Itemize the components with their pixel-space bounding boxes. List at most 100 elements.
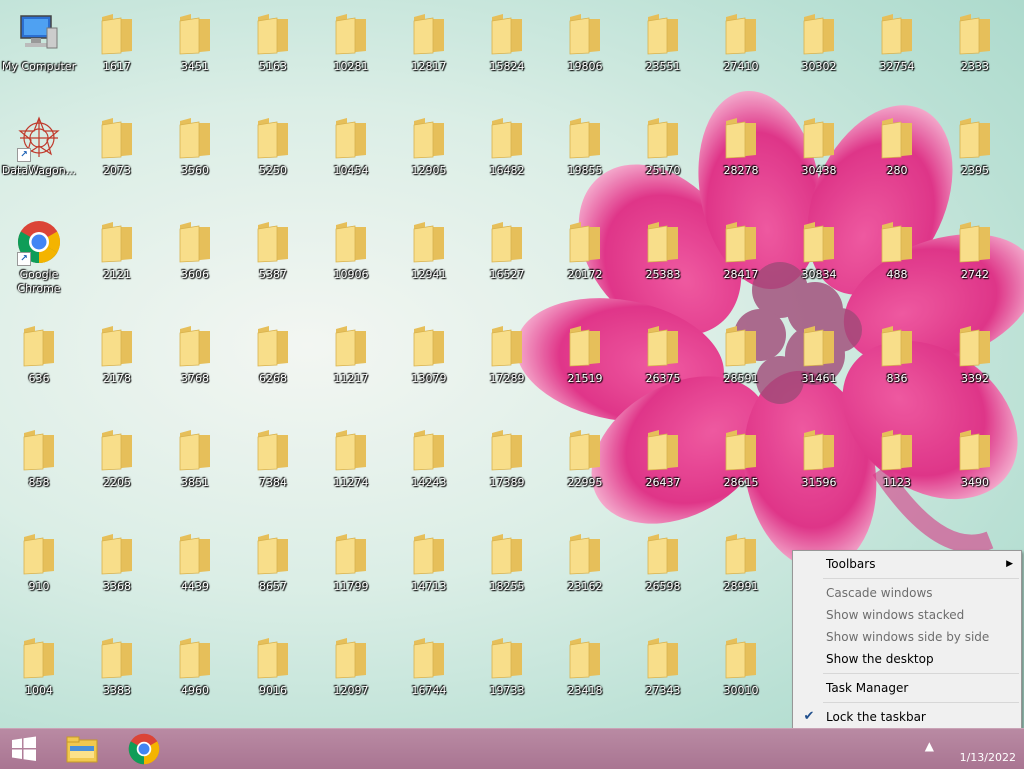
folder-item[interactable]: 11799 (312, 524, 390, 628)
folder-item[interactable]: 16482 (468, 108, 546, 212)
folder-item[interactable]: 2205 (78, 420, 156, 524)
folder-item[interactable]: 17389 (468, 420, 546, 524)
folder-item[interactable]: 28417 (702, 212, 780, 316)
menu-item-show-the-desktop[interactable]: Show the desktop (793, 648, 1021, 670)
desktop-icon-google-chrome[interactable]: ↗ Google Chrome (0, 212, 78, 316)
folder-item[interactable]: 636 (0, 316, 78, 420)
folder-item[interactable]: 16744 (390, 628, 468, 732)
tray-chevron-icon[interactable]: ▲ (925, 739, 934, 753)
folder-item[interactable]: 2121 (78, 212, 156, 316)
folder-item[interactable]: 12941 (390, 212, 468, 316)
folder-item[interactable]: 14243 (390, 420, 468, 524)
folder-label: 16482 (489, 164, 525, 177)
taskbar-chrome[interactable] (118, 729, 170, 769)
desktop-icon-my-computer[interactable]: My Computer (0, 4, 78, 108)
folder-item[interactable]: 4960 (156, 628, 234, 732)
folder-item[interactable]: 32754 (858, 4, 936, 108)
menu-item-lock-the-taskbar[interactable]: ✔ Lock the taskbar (793, 706, 1021, 728)
folder-item[interactable]: 3392 (936, 316, 1014, 420)
folder-item[interactable]: 1123 (858, 420, 936, 524)
folder-item[interactable]: 26375 (624, 316, 702, 420)
folder-item[interactable]: 10281 (312, 4, 390, 108)
folder-item[interactable]: 488 (858, 212, 936, 316)
folder-item[interactable]: 10906 (312, 212, 390, 316)
start-button[interactable] (0, 729, 48, 769)
folder-item[interactable]: 2395 (936, 108, 1014, 212)
folder-item[interactable]: 3383 (78, 628, 156, 732)
folder-item[interactable]: 22995 (546, 420, 624, 524)
folder-item[interactable]: 17289 (468, 316, 546, 420)
folder-item[interactable]: 21519 (546, 316, 624, 420)
folder-item[interactable]: 3451 (156, 4, 234, 108)
folder-item[interactable]: 8657 (234, 524, 312, 628)
folder-item[interactable]: 7384 (234, 420, 312, 524)
folder-item[interactable]: 4439 (156, 524, 234, 628)
folder-item[interactable]: 25383 (624, 212, 702, 316)
folder-item[interactable]: 30834 (780, 212, 858, 316)
folder-item[interactable]: 31596 (780, 420, 858, 524)
folder-item[interactable]: 27343 (624, 628, 702, 732)
folder-item[interactable]: 19806 (546, 4, 624, 108)
folder-item[interactable]: 23418 (546, 628, 624, 732)
folder-item[interactable]: 3368 (78, 524, 156, 628)
folder-item[interactable]: 12905 (390, 108, 468, 212)
folder-item[interactable]: 3768 (156, 316, 234, 420)
folder-item[interactable]: 14713 (390, 524, 468, 628)
folder-item[interactable]: 26437 (624, 420, 702, 524)
desktop-icon-datawagon[interactable]: ↗ DataWagon... (0, 108, 78, 212)
folder-item[interactable]: 13079 (390, 316, 468, 420)
folder-item[interactable]: 5250 (234, 108, 312, 212)
taskbar-file-explorer[interactable] (56, 729, 108, 769)
folder-item[interactable]: 28278 (702, 108, 780, 212)
folder-item[interactable]: 19733 (468, 628, 546, 732)
folder-item[interactable]: 11274 (312, 420, 390, 524)
folder-item[interactable]: 18255 (468, 524, 546, 628)
folder-item[interactable]: 858 (0, 420, 78, 524)
folder-item[interactable]: 30302 (780, 4, 858, 108)
folder-item[interactable]: 15824 (468, 4, 546, 108)
folder-item[interactable]: 910 (0, 524, 78, 628)
folder-item[interactable]: 20172 (546, 212, 624, 316)
folder-item[interactable]: 30438 (780, 108, 858, 212)
folder-item[interactable]: 26598 (624, 524, 702, 628)
folder-item[interactable]: 6268 (234, 316, 312, 420)
folder-item[interactable]: 28615 (702, 420, 780, 524)
folder-icon (93, 634, 141, 682)
system-tray[interactable]: ▲ (925, 739, 934, 753)
folder-item[interactable]: 12817 (390, 4, 468, 108)
folder-item[interactable]: 3490 (936, 420, 1014, 524)
folder-item[interactable]: 2333 (936, 4, 1014, 108)
folder-item[interactable]: 10454 (312, 108, 390, 212)
folder-item[interactable]: 1004 (0, 628, 78, 732)
folder-item[interactable]: 280 (858, 108, 936, 212)
folder-item[interactable]: 16527 (468, 212, 546, 316)
folder-item[interactable]: 3560 (156, 108, 234, 212)
folder-item[interactable]: 5163 (234, 4, 312, 108)
folder-item[interactable]: 1617 (78, 4, 156, 108)
folder-item[interactable]: 3606 (156, 212, 234, 316)
menu-item-toolbars[interactable]: Toolbars ▶ (793, 553, 1021, 575)
folder-item[interactable]: 23551 (624, 4, 702, 108)
folder-item[interactable]: 19855 (546, 108, 624, 212)
folder-item[interactable]: 28591 (702, 316, 780, 420)
folder-item[interactable]: 2073 (78, 108, 156, 212)
folder-item[interactable]: 2178 (78, 316, 156, 420)
folder-item[interactable]: 5387 (234, 212, 312, 316)
folder-item[interactable]: 23162 (546, 524, 624, 628)
folder-item[interactable]: 28991 (702, 524, 780, 628)
folder-item[interactable]: 836 (858, 316, 936, 420)
taskbar-clock[interactable]: 1/13/2022 (936, 731, 1016, 767)
folder-icon (561, 634, 609, 682)
folder-item[interactable]: 2742 (936, 212, 1014, 316)
folder-icon (327, 322, 375, 370)
folder-item[interactable]: 27410 (702, 4, 780, 108)
folder-icon (405, 322, 453, 370)
folder-item[interactable]: 12097 (312, 628, 390, 732)
folder-item[interactable]: 3851 (156, 420, 234, 524)
folder-item[interactable]: 11217 (312, 316, 390, 420)
folder-item[interactable]: 9016 (234, 628, 312, 732)
folder-item[interactable]: 25170 (624, 108, 702, 212)
folder-item[interactable]: 31461 (780, 316, 858, 420)
folder-item[interactable]: 30010 (702, 628, 780, 732)
menu-item-task-manager[interactable]: Task Manager (793, 677, 1021, 699)
